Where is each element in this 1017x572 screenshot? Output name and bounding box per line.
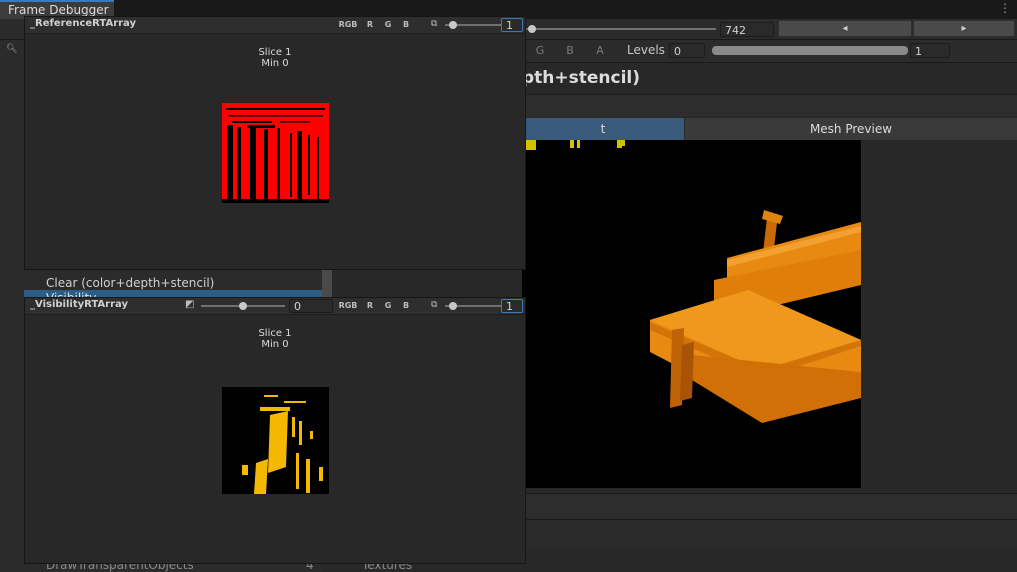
channel-b-button[interactable]: B	[560, 44, 580, 57]
visibility-rt-window: _VisibilityRTArray ◩ 0 RGB R G B ⧉ 1 Sli…	[24, 297, 526, 564]
slice-field[interactable]: 1	[501, 299, 523, 313]
bench-render	[522, 140, 861, 423]
slice-slider[interactable]	[445, 302, 501, 310]
min-caption-clip: Min 0	[25, 339, 525, 347]
visibility-rt-title: _VisibilityRTArray	[30, 299, 128, 310]
visibility-rt-header: _VisibilityRTArray ◩ 0 RGB R G B ⧉ 1	[25, 298, 525, 315]
more-options-icon[interactable]: ⋮	[999, 1, 1011, 15]
reference-texture	[222, 103, 329, 203]
visibility-texture	[222, 387, 329, 494]
event-slider[interactable]	[526, 25, 716, 33]
left-column-edge	[0, 40, 24, 572]
min-caption: Min 0	[261, 58, 289, 66]
exposure-icon: ◩	[185, 299, 195, 310]
levels-range-slider[interactable]	[712, 46, 908, 55]
slice-icon: ⧉	[431, 300, 438, 310]
details-row	[520, 95, 1017, 117]
levels-label: Levels	[627, 43, 665, 57]
channel-rgb-button[interactable]: RGB	[337, 300, 359, 312]
details-row	[520, 494, 1017, 519]
levels-max-field[interactable]: 1	[910, 43, 950, 58]
slice-slider[interactable]	[445, 21, 501, 29]
min-caption-clip: Min 0	[25, 58, 525, 66]
channel-rgb-button[interactable]: RGB	[337, 19, 359, 31]
next-event-button[interactable]: ▸	[913, 20, 1015, 37]
channel-b-button[interactable]: B	[399, 300, 413, 312]
channel-r-button[interactable]: R	[363, 19, 377, 31]
list-item[interactable]: Clear (color+depth+stencil)	[0, 275, 322, 290]
channel-g-button[interactable]: G	[381, 19, 395, 31]
exposure-field[interactable]: 0	[289, 299, 333, 313]
tab-mesh-preview[interactable]: Mesh Preview	[685, 118, 1017, 140]
event-index-field[interactable]: 742	[720, 22, 774, 37]
channel-a-button[interactable]: A	[590, 44, 610, 57]
channel-g-button[interactable]: G	[381, 300, 395, 312]
tab-output[interactable]: t	[522, 118, 684, 140]
min-caption: Min 0	[261, 339, 289, 347]
slice-caption: Slice 1	[258, 47, 292, 58]
channel-b-button[interactable]: B	[399, 19, 413, 31]
reference-rt-header: _ReferenceRTArray RGB R G B ⧉ 1	[25, 17, 525, 34]
reference-rt-window: _ReferenceRTArray RGB R G B ⧉ 1 Slice 1 …	[24, 16, 526, 270]
reference-rt-title: _ReferenceRTArray	[30, 18, 137, 29]
slice-icon: ⧉	[431, 19, 438, 29]
arrow-right-icon: ▸	[961, 23, 967, 34]
game-preview	[522, 140, 861, 488]
details-row	[520, 520, 1017, 548]
event-title: pth+stencil)	[522, 68, 641, 88]
exposure-slider[interactable]	[201, 302, 285, 310]
search-icon[interactable]: 🔍︎	[6, 44, 20, 58]
channel-r-button[interactable]: R	[363, 300, 377, 312]
previous-event-button[interactable]: ◂	[778, 20, 912, 37]
channel-g-button[interactable]: G	[530, 44, 550, 57]
arrow-left-icon: ◂	[842, 23, 848, 34]
slice-caption: Slice 1	[258, 328, 292, 339]
slice-field[interactable]: 1	[501, 18, 523, 32]
levels-min-field[interactable]: 0	[669, 43, 705, 58]
